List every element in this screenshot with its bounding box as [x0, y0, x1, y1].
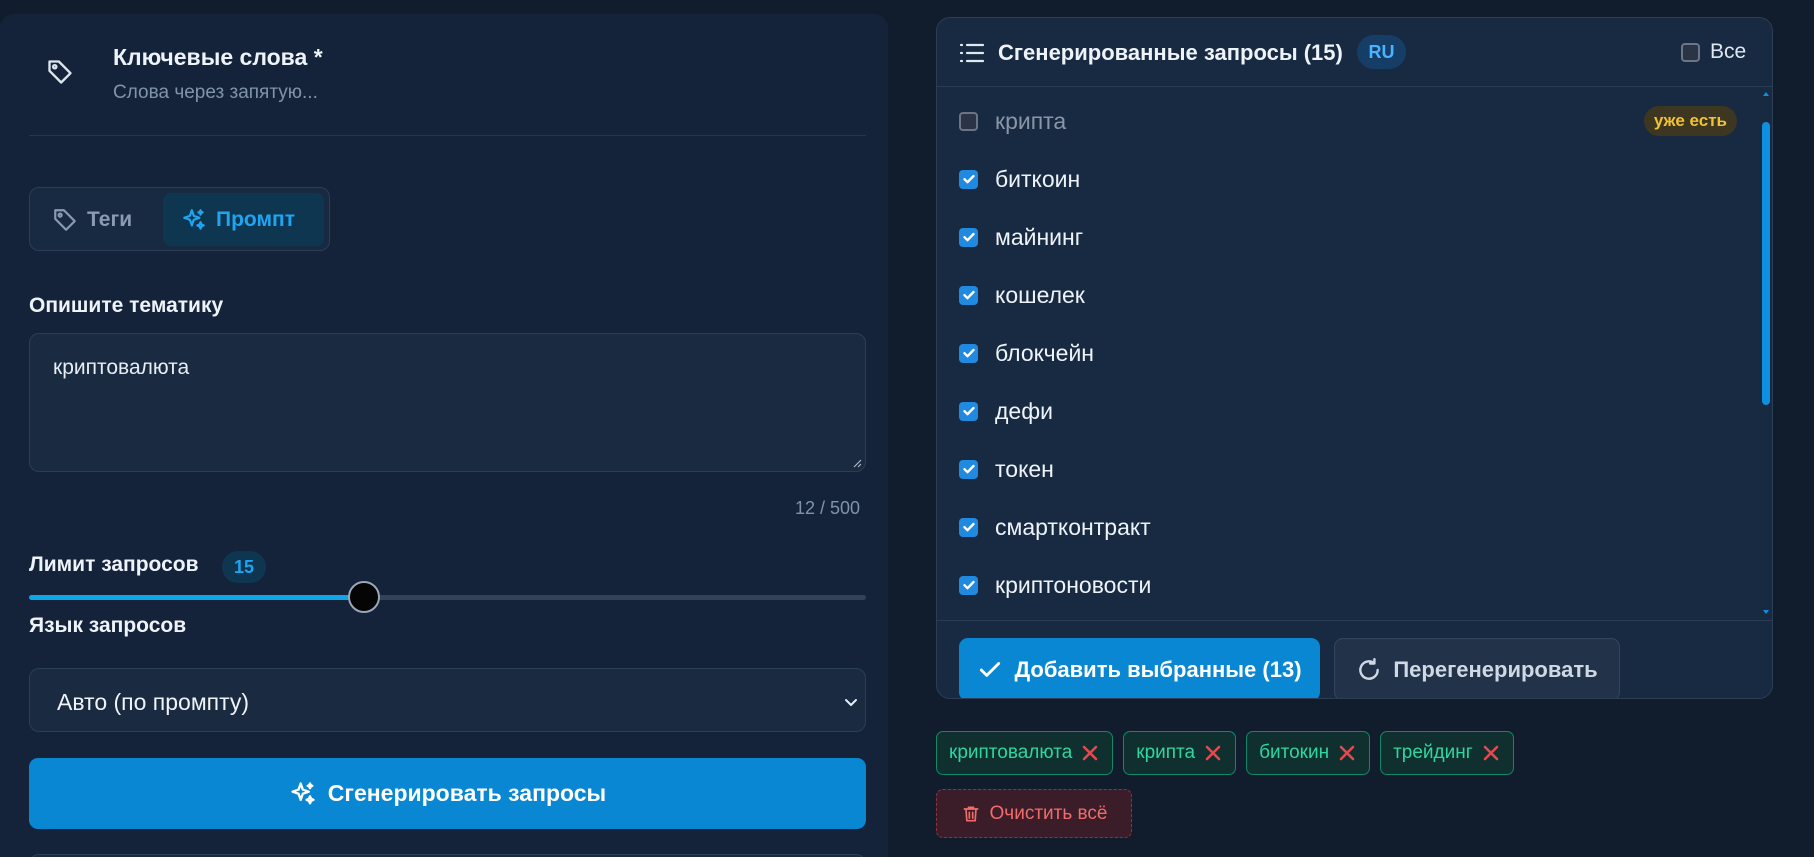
- add-selected-label: Добавить выбранные (13): [1014, 656, 1302, 682]
- checkbox-checked-icon[interactable]: [959, 169, 978, 189]
- regenerate-button[interactable]: Перегенерировать: [1334, 638, 1620, 698]
- keyword-chip-label: трейдинг: [1393, 742, 1473, 763]
- tab-tags-label: Теги: [87, 207, 133, 231]
- result-item-label: дефи: [995, 397, 1053, 424]
- result-item-label: смартконтракт: [995, 513, 1151, 540]
- scroll-down-icon[interactable]: [1762, 608, 1770, 616]
- result-item[interactable]: криптоновости: [959, 565, 1739, 605]
- refresh-icon: [1356, 657, 1382, 683]
- results-list: крипта уже есть биткоин майнинг кошелек блокч…: [937, 88, 1757, 620]
- language-select[interactable]: Авто (по промпту): [29, 668, 866, 732]
- tab-prompt[interactable]: Промпт: [163, 193, 324, 246]
- clear-all-button[interactable]: Очистить всё: [936, 789, 1132, 838]
- slider-fill: [29, 595, 364, 600]
- keyword-chip-label: битокин: [1259, 742, 1330, 763]
- tag-icon: [46, 58, 74, 86]
- close-icon[interactable]: [1080, 743, 1100, 763]
- already-exists-badge: уже есть: [1643, 106, 1737, 136]
- result-item-label: майнинг: [995, 223, 1084, 250]
- keywords-title: Ключевые слова *: [113, 44, 323, 70]
- result-item[interactable]: крипта уже есть: [959, 101, 1739, 141]
- keyword-chip-label: криптовалюта: [949, 742, 1073, 763]
- result-item[interactable]: кошелек: [959, 275, 1739, 315]
- keyword-chip: крипта: [1123, 731, 1237, 775]
- tag-icon: [52, 207, 78, 233]
- checkbox-icon[interactable]: [1681, 42, 1700, 62]
- results-scrollbar[interactable]: [1759, 88, 1771, 620]
- slider-thumb[interactable]: [347, 581, 380, 613]
- topic-label: Опишите тематику: [29, 294, 224, 317]
- keyword-chip-label: крипта: [1136, 742, 1196, 763]
- limit-value-badge: 15: [222, 551, 266, 583]
- select-all-label: Все: [1710, 40, 1747, 63]
- limit-label: Лимит запросов: [29, 553, 199, 576]
- checkbox-checked-icon[interactable]: [959, 343, 978, 363]
- keyword-chip: битокин: [1246, 731, 1371, 775]
- checkbox-checked-icon[interactable]: [959, 285, 978, 305]
- trash-icon: [961, 804, 981, 824]
- result-item-label: блокчейн: [995, 339, 1094, 366]
- result-item-label: кошелек: [995, 281, 1085, 308]
- topic-textarea[interactable]: криптовалюта: [29, 333, 866, 472]
- sparkles-icon: [181, 207, 207, 233]
- generate-button[interactable]: Сгенерировать запросы: [29, 758, 866, 829]
- generate-button-label: Сгенерировать запросы: [327, 780, 607, 806]
- result-item-label: крипта: [995, 107, 1067, 134]
- topic-value: криптовалюта: [53, 356, 190, 379]
- sparkles-icon: [289, 780, 317, 808]
- keywords-header: Ключевые слова * Слова через запятую...: [29, 14, 866, 136]
- scrollbar-thumb[interactable]: [1762, 122, 1770, 405]
- keyword-chips: криптовалюта крипта битокин трейдинг: [936, 731, 1514, 775]
- resize-handle-icon[interactable]: [853, 459, 862, 468]
- language-selected-value: Авто (по промпту): [57, 689, 250, 715]
- scroll-up-icon[interactable]: [1762, 90, 1770, 98]
- list-icon: [959, 42, 985, 64]
- generated-queries-panel: Сгенерированные запросы (15) RU Все крип…: [936, 17, 1773, 699]
- result-item[interactable]: смартконтракт: [959, 507, 1739, 547]
- result-item[interactable]: дефи: [959, 391, 1739, 431]
- results-header: Сгенерированные запросы (15) RU Все: [937, 18, 1772, 87]
- keyword-chip: трейдинг: [1380, 731, 1514, 775]
- checkbox-checked-icon[interactable]: [959, 401, 978, 421]
- regenerate-label: Перегенерировать: [1393, 656, 1598, 682]
- results-title: Сгенерированные запросы (15): [998, 40, 1343, 65]
- keywords-panel: Ключевые слова * Слова через запятую... …: [0, 14, 888, 857]
- result-item-label: биткоин: [995, 165, 1081, 192]
- char-counter: 12 / 500: [795, 498, 861, 518]
- add-selected-button[interactable]: Добавить выбранные (13): [959, 638, 1320, 698]
- limit-slider[interactable]: [29, 581, 866, 613]
- keywords-subtitle: Слова через запятую...: [113, 82, 318, 103]
- results-footer: Добавить выбранные (13) Перегенерировать: [937, 620, 1772, 698]
- check-icon: [977, 657, 1003, 683]
- checkbox-checked-icon[interactable]: [959, 517, 978, 537]
- language-label: Язык запросов: [29, 614, 187, 637]
- mode-toggle: Теги Промпт: [29, 187, 330, 251]
- checkbox-checked-icon[interactable]: [959, 227, 978, 247]
- tab-tags[interactable]: Теги: [52, 193, 174, 246]
- checkbox-checked-icon[interactable]: [959, 575, 978, 595]
- close-icon[interactable]: [1203, 743, 1223, 763]
- result-item[interactable]: майнинг: [959, 217, 1739, 257]
- result-item[interactable]: блокчейн: [959, 333, 1739, 373]
- chevron-down-icon: [842, 693, 860, 711]
- result-item-label: токен: [995, 455, 1054, 482]
- close-icon[interactable]: [1481, 743, 1501, 763]
- keyword-chip: криптовалюта: [936, 731, 1114, 775]
- language-badge: RU: [1357, 35, 1406, 69]
- clear-all-label: Очистить всё: [989, 802, 1108, 824]
- checkbox-icon[interactable]: [959, 111, 978, 131]
- result-item[interactable]: токен: [959, 449, 1739, 489]
- checkbox-checked-icon[interactable]: [959, 459, 978, 479]
- select-all-checkbox[interactable]: Все: [1681, 40, 1746, 64]
- result-item[interactable]: биткоин: [959, 159, 1739, 199]
- result-item-label: криптоновости: [995, 571, 1152, 598]
- tab-prompt-label: Промпт: [216, 207, 295, 231]
- close-icon[interactable]: [1337, 743, 1357, 763]
